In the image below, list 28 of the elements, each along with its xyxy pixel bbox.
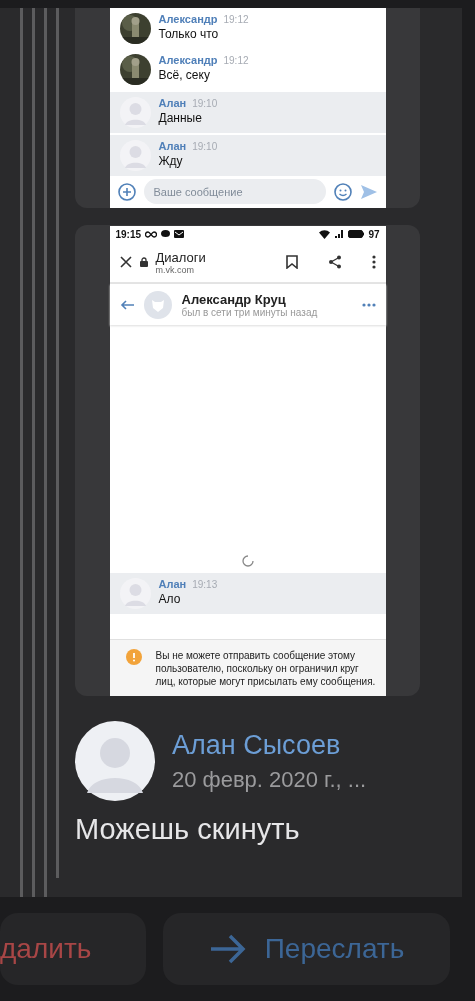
contact-name: Александр Круц bbox=[181, 291, 287, 307]
message-time: 19:12 bbox=[223, 55, 249, 66]
battery-level: 97 bbox=[368, 228, 380, 240]
message-date: 20 февр. 2020 г., ... bbox=[172, 766, 368, 793]
author-name: Александр bbox=[158, 54, 218, 66]
message-time: 19:10 bbox=[192, 98, 218, 109]
message-time: 19:12 bbox=[223, 14, 249, 25]
author-name[interactable]: Алан Сысоев bbox=[172, 729, 420, 761]
message-text: Ало bbox=[158, 592, 182, 606]
page-title: Диалоги bbox=[155, 249, 207, 265]
message-field[interactable]: Ваше сообщение bbox=[143, 179, 326, 204]
page-url: m.vk.com bbox=[155, 264, 194, 275]
message-text: Только что bbox=[158, 27, 220, 41]
contact-status: был в сети три минуты назад bbox=[181, 306, 319, 318]
clock-time: 19:15 bbox=[115, 228, 142, 240]
message-text: Данные bbox=[158, 111, 203, 125]
message-text: Можешь скинуть bbox=[75, 813, 301, 846]
author-name: Алан bbox=[158, 97, 187, 109]
delete-button[interactable]: далить bbox=[0, 913, 146, 985]
author-name: Александр bbox=[158, 13, 218, 25]
notice-text: Вы не можете отправить сообщение этому пользователю, поскольку он ограничил круг лиц, которые могут присылать ему сообщения. bbox=[155, 649, 376, 688]
message-time: 19:10 bbox=[192, 141, 218, 152]
message-time: 19:13 bbox=[192, 579, 218, 590]
message-text: Жду bbox=[158, 154, 184, 168]
author-name: Алан bbox=[158, 140, 187, 152]
author-name: Алан bbox=[158, 578, 187, 590]
forward-button[interactable]: Переслать bbox=[163, 913, 450, 985]
message-text: Всё, секу bbox=[158, 68, 211, 82]
